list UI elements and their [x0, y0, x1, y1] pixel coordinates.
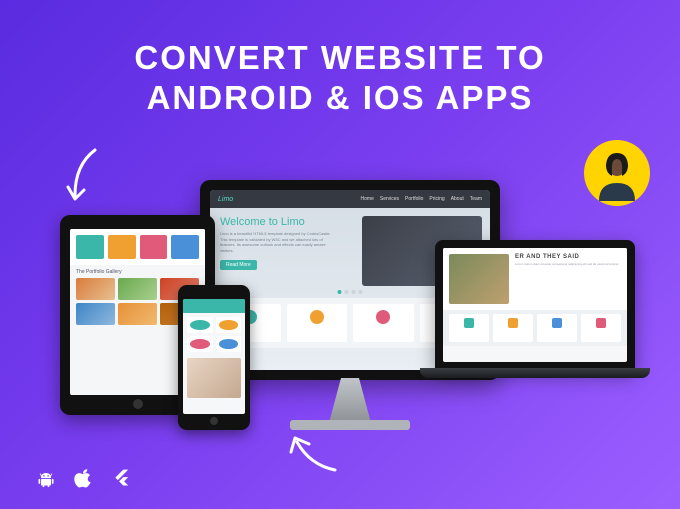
phone-screen [183, 299, 245, 414]
tablet-icon [76, 235, 104, 259]
nav-item: Services [380, 196, 399, 202]
laptop: ER AND THEY SAID Lorem ipsum dolor sit a… [435, 240, 635, 370]
android-icon [36, 467, 56, 489]
tablet-icon [140, 235, 168, 259]
hero-button: Read More [220, 260, 257, 270]
flutter-icon [112, 467, 132, 489]
laptop-card [449, 314, 489, 342]
site-brand: Limo [218, 196, 233, 203]
nav-item: Team [470, 196, 482, 202]
phone-icon-grid [183, 313, 245, 356]
phone-home-button [210, 417, 218, 425]
gallery-thumb [76, 278, 115, 300]
phone-image [187, 358, 241, 398]
laptop-hero-image [449, 254, 509, 304]
laptop-card [537, 314, 577, 342]
phone [178, 285, 250, 430]
feature-card [353, 304, 414, 342]
laptop-screen: ER AND THEY SAID Lorem ipsum dolor sit a… [443, 248, 627, 362]
monitor-stand [320, 378, 380, 423]
phone-header [183, 299, 245, 313]
nav-item: Portfolio [405, 196, 423, 202]
laptop-section-title: ER AND THEY SAID [515, 254, 621, 260]
laptop-card [581, 314, 621, 342]
monitor-base [290, 420, 410, 430]
laptop-icon-row [443, 310, 627, 346]
nav-item: Home [361, 196, 374, 202]
hero-text: Limo is a beautiful HTML5 template desig… [220, 231, 337, 253]
laptop-base [420, 368, 650, 378]
nav-item: Pricing [429, 196, 444, 202]
phone-icon [187, 317, 213, 333]
laptop-card [493, 314, 533, 342]
nav-item: About [451, 196, 464, 202]
apple-icon [74, 467, 94, 489]
feature-card [287, 304, 348, 342]
gallery-thumb [118, 303, 157, 325]
phone-icon [187, 336, 213, 352]
tablet-icon-row [70, 229, 205, 265]
laptop-text: Lorem ipsum dolor sit amet consectetur a… [515, 262, 621, 266]
headline-line-2: ANDROID & IOS APPS [34, 78, 646, 118]
tablet-home-button [133, 399, 143, 409]
phone-icon [216, 317, 242, 333]
slider-dots [338, 290, 363, 294]
device-mockups: Limo Home Services Portfolio Pricing Abo… [60, 180, 620, 460]
phone-icon [216, 336, 242, 352]
gallery-thumb [118, 278, 157, 300]
tablet-gallery-title: The Portfolio Gallery [76, 269, 199, 275]
headline-line-1: CONVERT WEBSITE TO [34, 38, 646, 78]
site-nav: Limo Home Services Portfolio Pricing Abo… [210, 190, 490, 208]
laptop-hero: ER AND THEY SAID Lorem ipsum dolor sit a… [443, 248, 627, 310]
tablet-icon [108, 235, 136, 259]
tech-icons [36, 467, 132, 489]
tablet-icon [171, 235, 199, 259]
headline: CONVERT WEBSITE TO ANDROID & IOS APPS [34, 38, 646, 117]
gallery-thumb [76, 303, 115, 325]
